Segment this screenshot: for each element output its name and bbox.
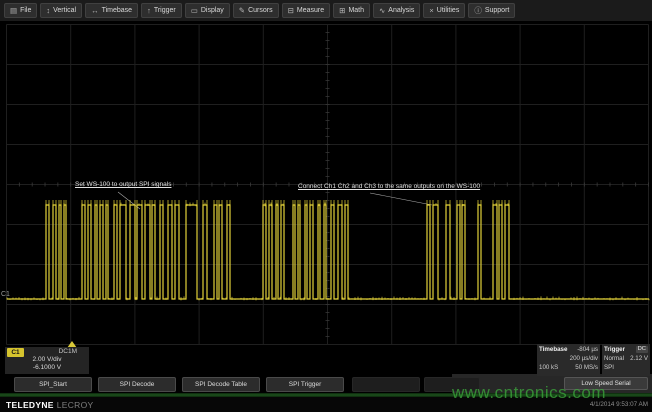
trigger-mode: Normal	[604, 354, 624, 363]
timebase-samples: 100 kS	[539, 363, 558, 372]
trace-label-c1: C1	[1, 291, 10, 298]
brand-primary: TELEDYNE	[6, 400, 54, 410]
watermark: www.cntronics.com	[452, 383, 606, 403]
oscilloscope-screen: ▤File↕Vertical↔Timebase↑Trigger▭Display✎…	[0, 0, 652, 412]
spi-decode-table-button[interactable]: SPI Decode Table	[182, 377, 260, 392]
timebase-title: Timebase	[539, 345, 567, 354]
trigger-level: 2.12 V	[630, 354, 648, 363]
timebase-per-div: 200 µs/div	[570, 354, 598, 363]
annotation-leader-line	[370, 193, 432, 205]
c1-trace-spikes	[46, 200, 509, 205]
timebase-sample-rate: 50 MS/s	[575, 363, 598, 372]
annotation-connect-channels: Connect Ch1 Ch2 and Ch3 to the same outp…	[298, 183, 480, 191]
trigger-coupling-badge: DC	[636, 346, 648, 353]
teledyne-lecroy-logo: TELEDYNELECROY	[6, 400, 94, 410]
channel-coupling: DC1M	[59, 348, 77, 355]
timebase-delay: -804 µs	[577, 345, 598, 354]
brand-secondary: LECROY	[57, 400, 94, 410]
empty-button-slot	[352, 377, 420, 392]
channel-descriptor-c1[interactable]: C1 DC1M 2.00 V/div -6.1000 V	[5, 347, 89, 374]
channel-volts-per-div: 2.00 V/div	[5, 356, 89, 363]
trigger-descriptor[interactable]: Trigger DC Normal 2.12 V SPI	[602, 344, 650, 376]
trigger-source: SPI	[604, 363, 614, 372]
channel-offset: -6.1000 V	[5, 364, 89, 371]
spi-decode-button[interactable]: SPI Decode	[98, 377, 176, 392]
spi-trigger-button[interactable]: SPI Trigger	[266, 377, 344, 392]
timebase-descriptor[interactable]: Timebase -804 µs 200 µs/div 100 kS 50 MS…	[537, 344, 600, 376]
spi-start-button[interactable]: SPI_Start	[14, 377, 92, 392]
trigger-title: Trigger	[604, 345, 625, 354]
annotation-set-ws100: Set WS-100 to output SPI signals	[75, 181, 171, 189]
